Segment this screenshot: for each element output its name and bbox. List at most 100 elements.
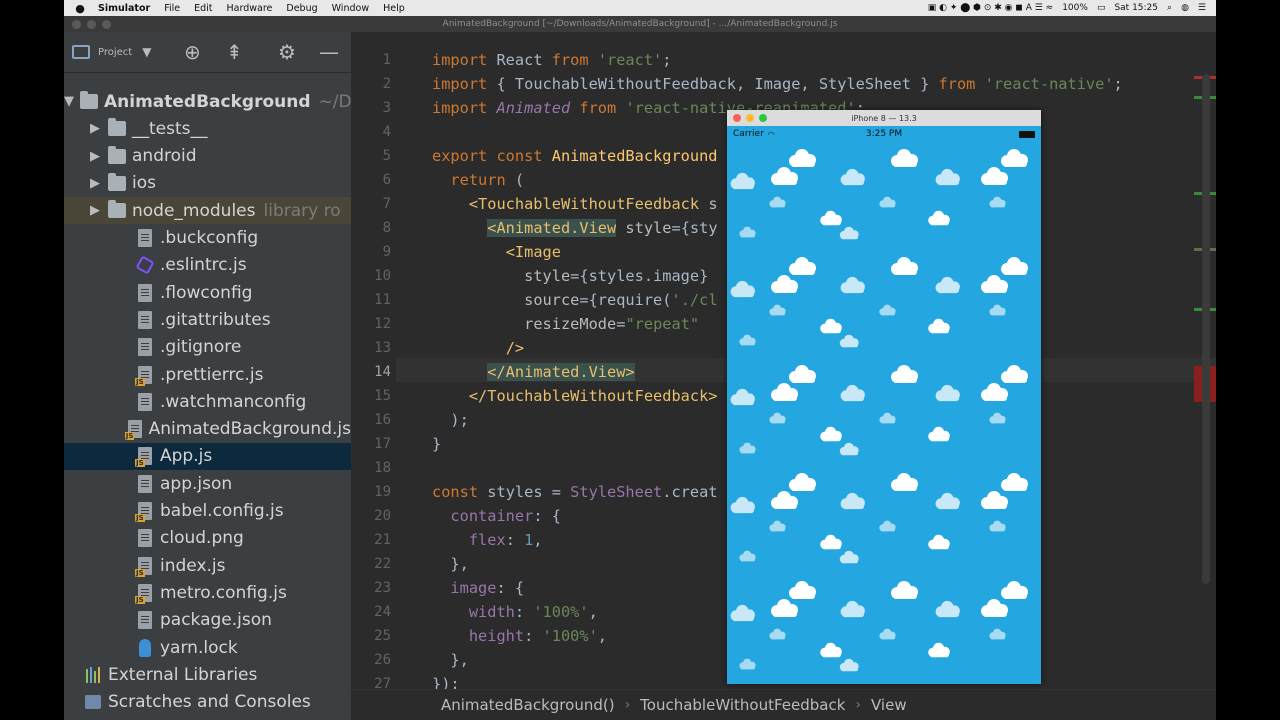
cloud-icon xyxy=(820,318,842,334)
line-number: 24 xyxy=(374,604,391,620)
status-icons: ▣ ◐ ✦ ⬤ ⬢ ⊙ ✱ ◉ ◼ A ☰ ≈ xyxy=(927,3,1054,13)
breadcrumb-function[interactable]: AnimatedBackground() xyxy=(441,696,615,714)
tree-item[interactable]: ▶ node_modules library ro xyxy=(64,197,351,225)
tree-item[interactable]: ▶ __tests__ xyxy=(64,115,351,142)
chevron-right-icon: › xyxy=(855,697,861,713)
menu-edit[interactable]: Edit xyxy=(194,3,212,14)
chevron-down-icon[interactable]: ▼ xyxy=(142,45,151,59)
siri-icon[interactable]: ◍ xyxy=(1181,3,1189,13)
cloud-icon xyxy=(840,276,865,294)
line-number: 2 xyxy=(382,76,391,92)
tree-item[interactable]: ▶ android xyxy=(64,143,351,170)
hide-panel-icon[interactable]: — xyxy=(319,40,339,64)
locate-file-icon[interactable]: ⊕ xyxy=(184,40,201,64)
spotlight-icon[interactable]: ⌕ xyxy=(1167,3,1172,13)
chevron-down-icon[interactable]: ▼ xyxy=(64,94,74,109)
editor-scrollbar[interactable] xyxy=(1202,74,1210,584)
menu-window[interactable]: Window xyxy=(332,3,369,14)
tree-item[interactable]: ▶ ios xyxy=(64,170,351,197)
code-line-12: resizeMode="repeat" xyxy=(524,315,700,333)
cloud-icon xyxy=(935,384,960,402)
chevron-right-icon[interactable]: ▶ xyxy=(88,203,102,218)
cloud-icon xyxy=(989,304,1006,316)
tree-item[interactable]: JS babel.config.js xyxy=(64,498,351,525)
gear-icon[interactable]: ⚙ xyxy=(278,40,296,64)
collapse-all-icon[interactable]: ⇞ xyxy=(226,40,243,64)
cloud-icon xyxy=(879,304,896,316)
simulator-titlebar: iPhone 8 — 13.3 xyxy=(727,110,1041,126)
file-icon xyxy=(136,283,154,303)
chevron-right-icon[interactable]: ▶ xyxy=(88,149,102,164)
cloud-icon xyxy=(839,658,859,672)
file-icon xyxy=(136,528,154,548)
menu-hardware[interactable]: Hardware xyxy=(227,3,273,14)
chevron-right-icon[interactable]: ▶ xyxy=(88,121,102,136)
cloud-icon xyxy=(879,196,896,208)
cloud-icon xyxy=(891,257,918,275)
menu-file[interactable]: File xyxy=(164,3,180,14)
tree-item[interactable]: JS App.js xyxy=(64,442,351,470)
cloud-icon xyxy=(928,426,950,442)
cloud-icon xyxy=(769,304,786,316)
tree-item[interactable]: .gitignore xyxy=(64,334,351,361)
chevron-right-icon[interactable]: ▶ xyxy=(88,176,102,191)
library-icon xyxy=(84,665,102,685)
menu-help[interactable]: Help xyxy=(383,3,405,14)
tree-item-label: .buckconfig xyxy=(160,228,259,248)
ios-simulator-window[interactable]: iPhone 8 — 13.3 Carrier ◠ 3:25 PM xyxy=(727,110,1041,684)
tree-item[interactable]: External Libraries xyxy=(64,661,351,688)
tree-item-label: .flowconfig xyxy=(160,282,253,303)
breadcrumb-touchable[interactable]: TouchableWithoutFeedback xyxy=(640,696,845,714)
cloud-icon xyxy=(789,149,816,167)
folder-icon xyxy=(108,145,126,166)
line-number: 3 xyxy=(382,100,391,116)
tree-item[interactable]: package.json xyxy=(64,607,351,634)
line-number: 5 xyxy=(382,148,391,164)
tree-item[interactable]: Scratches and Consoles xyxy=(64,689,351,716)
cloud-icon xyxy=(935,168,960,186)
menu-clock[interactable]: Sat 15:25 xyxy=(1114,3,1158,13)
cloud-icon xyxy=(730,388,755,406)
tree-item-label: Scratches and Consoles xyxy=(108,692,311,713)
code-line-5: export const AnimatedBackground xyxy=(432,147,718,165)
tree-item[interactable]: .eslintrc.js xyxy=(64,252,351,279)
ios-battery-icon xyxy=(1019,130,1035,138)
menu-debug[interactable]: Debug xyxy=(286,3,317,14)
tree-item[interactable]: app.json xyxy=(64,470,351,497)
line-number: 7 xyxy=(382,196,391,212)
tree-item[interactable]: cloud.png xyxy=(64,525,351,552)
code-line-19: const styles = StyleSheet.creat xyxy=(432,483,718,501)
scratch-icon xyxy=(84,692,102,712)
js-file-icon: JS xyxy=(135,446,154,468)
menu-app-name[interactable]: Simulator xyxy=(98,3,150,14)
cloud-icon xyxy=(928,642,950,658)
window-titlebar: AnimatedBackground [~/Downloads/Animated… xyxy=(64,16,1216,32)
tree-item-label: AnimatedBackground.js xyxy=(148,419,351,440)
tree-item[interactable]: .flowconfig xyxy=(64,279,351,306)
apple-menu-icon[interactable]: ● xyxy=(72,2,88,15)
tree-item[interactable]: JS AnimatedBackground.js xyxy=(64,416,351,443)
tree-item-label: package.json xyxy=(160,610,272,631)
js-file-icon: JS xyxy=(124,419,143,441)
cloud-icon xyxy=(730,604,755,622)
tree-item[interactable]: JS .prettierrc.js xyxy=(64,361,351,388)
file-icon xyxy=(136,337,154,357)
tree-item[interactable]: .watchmanconfig xyxy=(64,388,351,415)
code-line-6: return ( xyxy=(450,171,525,189)
tree-item[interactable]: .gitattributes xyxy=(64,306,351,333)
cloud-icon xyxy=(789,365,816,383)
js-file-icon: JS xyxy=(135,365,154,386)
project-view-selector[interactable]: Project xyxy=(98,47,132,58)
cloud-icon xyxy=(981,167,1008,185)
line-number: 6 xyxy=(382,172,391,188)
project-view-icon xyxy=(72,45,90,59)
code-line-23: image: { xyxy=(450,579,525,597)
tree-item[interactable]: JS metro.config.js xyxy=(64,579,351,606)
line-number: 25 xyxy=(374,628,391,644)
notification-center-icon[interactable]: ☰ xyxy=(1198,3,1206,13)
tree-item[interactable]: JS index.js xyxy=(64,552,351,579)
tree-item[interactable]: ▼ AnimatedBackground ~/D xyxy=(64,88,351,115)
tree-item[interactable]: .buckconfig xyxy=(64,225,351,252)
tree-item[interactable]: yarn.lock xyxy=(64,634,351,661)
breadcrumb-view[interactable]: View xyxy=(871,696,907,714)
